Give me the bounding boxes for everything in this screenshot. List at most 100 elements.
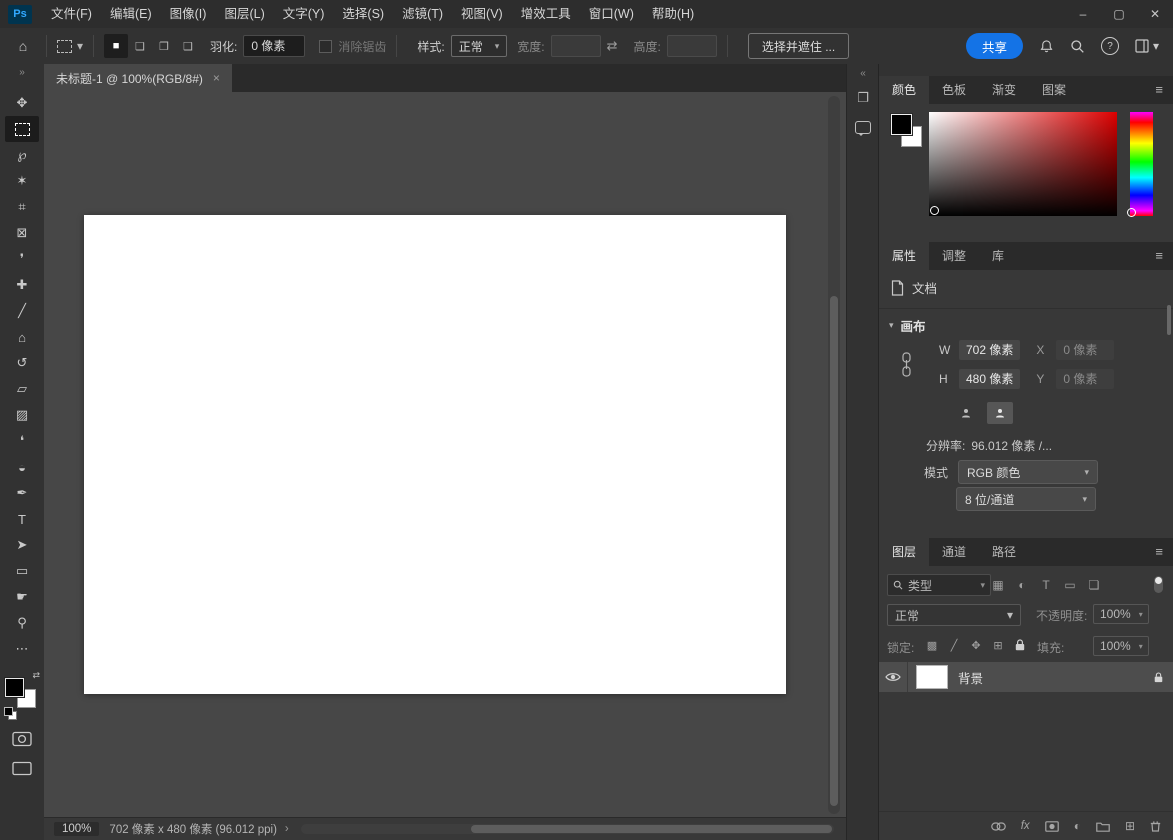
add-layer-mask-icon[interactable] <box>1045 821 1059 832</box>
panel-menu-icon[interactable]: ≡ <box>1145 242 1173 270</box>
brush-tool[interactable]: ╱ <box>5 298 39 324</box>
pen-tool[interactable]: ✒ <box>5 480 39 506</box>
intersect-selection-button[interactable]: ❑ <box>176 34 200 58</box>
lock-position-icon[interactable]: ✥ <box>967 636 985 654</box>
foreground-color-swatch[interactable] <box>891 114 912 135</box>
rectangular-marquee-tool[interactable] <box>5 116 39 142</box>
lasso-tool[interactable]: ℘ <box>5 142 39 168</box>
layer-name[interactable]: 背景 <box>958 668 1154 687</box>
vertical-scrollbar[interactable] <box>828 96 840 814</box>
type-tool[interactable]: T <box>5 506 39 532</box>
default-colors-icon[interactable] <box>4 707 13 716</box>
menu-edit[interactable]: 编辑(E) <box>101 0 161 28</box>
expand-panels-icon[interactable]: « <box>847 64 879 81</box>
crop-tool[interactable]: ⌗ <box>5 194 39 220</box>
feather-input[interactable]: 0 像素 <box>243 35 305 57</box>
bit-depth-select[interactable]: 8 位/通道 ▾ <box>956 487 1096 511</box>
tab-layers[interactable]: 图层 <box>879 538 929 566</box>
panel-menu-icon[interactable]: ≡ <box>1145 76 1173 104</box>
horizontal-scrollbar-thumb[interactable] <box>471 825 832 833</box>
collapsed-panel-icon[interactable]: ❐ <box>851 86 875 110</box>
document-tab[interactable]: 未标题-1 @ 100%(RGB/8#) × <box>44 64 232 92</box>
object-selection-tool[interactable]: ✶ <box>5 168 39 194</box>
close-button[interactable]: ✕ <box>1137 0 1173 28</box>
menu-file[interactable]: 文件(F) <box>42 0 101 28</box>
tab-channels[interactable]: 通道 <box>929 538 979 566</box>
fill-input[interactable]: 100% ▾ <box>1093 636 1149 656</box>
new-adjustment-layer-icon[interactable]: ◐ <box>1074 819 1081 833</box>
minimize-button[interactable]: – <box>1065 0 1101 28</box>
hue-slider-marker[interactable] <box>1127 208 1136 217</box>
comments-panel-icon[interactable] <box>851 115 875 139</box>
height-input[interactable] <box>667 35 717 57</box>
canvas-height-input[interactable]: 480 像素 <box>959 369 1020 389</box>
horizontal-scrollbar[interactable] <box>301 824 834 834</box>
edit-toolbar-button[interactable]: ⋯ <box>5 636 39 662</box>
opacity-input[interactable]: 100% ▾ <box>1093 604 1149 624</box>
clone-stamp-tool[interactable]: ⌂ <box>5 324 39 350</box>
tab-close-icon[interactable]: × <box>213 71 220 85</box>
tab-adjustments[interactable]: 调整 <box>929 242 979 270</box>
menu-filter[interactable]: 滤镜(T) <box>393 0 452 28</box>
dodge-tool[interactable]: ◒ <box>5 454 39 480</box>
menu-window[interactable]: 窗口(W) <box>580 0 643 28</box>
menu-plugins[interactable]: 增效工具 <box>512 0 580 28</box>
spot-healing-brush-tool[interactable]: ✚ <box>5 272 39 298</box>
new-layer-icon[interactable]: ⊞ <box>1125 819 1135 833</box>
maximize-button[interactable]: ▢ <box>1101 0 1137 28</box>
search-icon[interactable] <box>1070 39 1085 54</box>
menu-layer[interactable]: 图层(L) <box>215 0 273 28</box>
canvas-width-input[interactable]: 702 像素 <box>959 340 1020 360</box>
style-select[interactable]: 正常 ▾ <box>451 35 508 57</box>
tab-libraries[interactable]: 库 <box>979 242 1017 270</box>
menu-view[interactable]: 视图(V) <box>452 0 512 28</box>
lock-artboard-icon[interactable]: ⊞ <box>989 636 1007 654</box>
filter-type-layers-icon[interactable]: T <box>1035 574 1057 596</box>
frame-tool[interactable]: ⊠ <box>5 220 39 246</box>
zoom-level-input[interactable]: 100% <box>54 822 99 836</box>
layer-visibility-eye-icon[interactable] <box>879 671 907 683</box>
move-tool[interactable]: ✥ <box>5 90 39 116</box>
hand-tool[interactable]: ☛ <box>5 584 39 610</box>
home-button[interactable]: ⌂ <box>10 33 36 59</box>
select-and-mask-button[interactable]: 选择并遮住 ... <box>748 33 849 59</box>
layer-thumbnail[interactable] <box>916 665 948 689</box>
saturation-brightness-field[interactable] <box>929 112 1117 216</box>
layer-row-background[interactable]: 背景 <box>879 662 1173 692</box>
share-button[interactable]: 共享 <box>966 33 1023 59</box>
hue-slider[interactable] <box>1130 112 1153 216</box>
status-chevron-icon[interactable]: › <box>285 823 289 835</box>
link-layers-icon[interactable] <box>991 822 1006 831</box>
blend-mode-select[interactable]: 正常 ▾ <box>887 604 1021 626</box>
filter-shape-layers-icon[interactable]: ▭ <box>1059 574 1081 596</box>
color-picker-marker[interactable] <box>930 206 939 215</box>
gradient-tool[interactable]: ▨ <box>5 402 39 428</box>
tool-preset-picker[interactable]: ▾ <box>57 39 83 53</box>
help-icon[interactable]: ? <box>1101 37 1119 55</box>
quick-mask-button[interactable] <box>5 727 39 751</box>
orientation-landscape-button[interactable] <box>987 402 1013 424</box>
eyedropper-tool[interactable]: ❜ <box>5 246 39 272</box>
path-selection-tool[interactable]: ➤ <box>5 532 39 558</box>
tab-gradients[interactable]: 渐变 <box>979 76 1029 104</box>
orientation-portrait-button[interactable] <box>953 402 979 424</box>
lock-all-icon[interactable] <box>1011 636 1029 654</box>
swap-colors-icon[interactable]: ⇄ <box>32 670 40 681</box>
new-selection-button[interactable]: ■ <box>104 34 128 58</box>
canvas-section-header[interactable]: ▾ 画布 <box>889 316 926 335</box>
canvas-x-input[interactable]: 0 像素 <box>1056 340 1114 360</box>
lock-transparency-icon[interactable]: ▩ <box>923 636 941 654</box>
tab-patterns[interactable]: 图案 <box>1029 76 1079 104</box>
collapse-toolbar-icon[interactable]: » <box>0 64 44 82</box>
menu-type[interactable]: 文字(Y) <box>274 0 334 28</box>
color-mode-select[interactable]: RGB 颜色 ▾ <box>958 460 1098 484</box>
background-lock-icon[interactable] <box>1154 672 1163 683</box>
subtract-from-selection-button[interactable]: ❐ <box>152 34 176 58</box>
history-brush-tool[interactable]: ↺ <box>5 350 39 376</box>
filter-smart-objects-icon[interactable]: ❏ <box>1083 574 1105 596</box>
add-to-selection-button[interactable]: ❏ <box>128 34 152 58</box>
width-input[interactable] <box>551 35 601 57</box>
screen-mode-button[interactable] <box>5 756 39 780</box>
tab-color[interactable]: 颜色 <box>879 76 929 104</box>
canvas-document[interactable] <box>84 215 786 694</box>
